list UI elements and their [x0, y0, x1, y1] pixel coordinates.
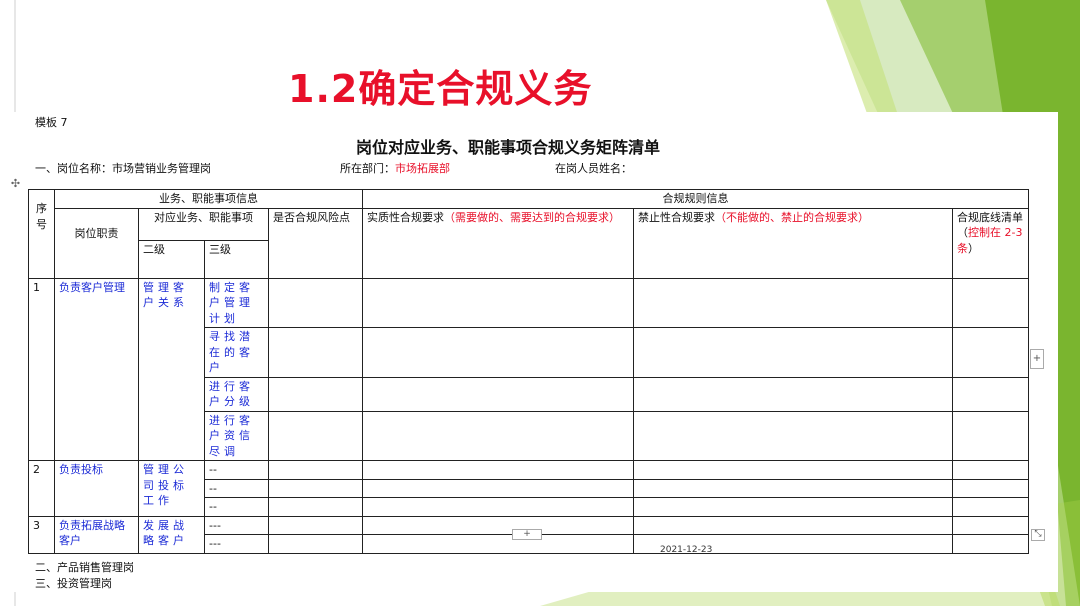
duty-cell: 负责拓展战略客户	[54, 515, 139, 554]
baseline-cell[interactable]	[952, 460, 1029, 480]
level3-cell: ---	[204, 515, 269, 535]
business-items-header: 对应业务、职能事项	[138, 207, 269, 241]
prohibitive-header: 禁止性合规要求（不能做的、禁止的合规要求）	[633, 207, 953, 279]
prohibitive-cell[interactable]	[633, 277, 953, 328]
risk-cell[interactable]	[268, 497, 363, 517]
post-name: 一、岗位名称：市场营销业务管理岗	[35, 162, 211, 175]
level3-cell: 制定客户管理计划	[204, 277, 269, 328]
table-row: 2 负责投标 管理公司投标工作 --	[28, 460, 1029, 517]
baseline-cell[interactable]	[952, 327, 1029, 378]
baseline-cell[interactable]	[952, 410, 1029, 461]
risk-cell[interactable]	[268, 478, 363, 498]
document-date: 2021-12-23	[660, 545, 713, 555]
compliance-matrix-table: 序号 业务、职能事项信息 合规规则信息 岗位职责 对应业务、职能事项 是否合规风…	[28, 189, 1029, 554]
baseline-cell[interactable]	[952, 515, 1029, 535]
substantive-cell[interactable]	[362, 478, 634, 498]
substantive-cell[interactable]	[362, 376, 634, 412]
risk-cell[interactable]	[268, 515, 363, 535]
level3-cell: --	[204, 497, 269, 517]
baseline-cell[interactable]	[952, 376, 1029, 412]
staff-name: 在岗人员姓名：	[555, 162, 632, 175]
level3-cell: 寻找潜在的客户	[204, 327, 269, 378]
risk-point-header: 是否合规风险点	[268, 207, 363, 279]
section-heading: 二、产品销售管理岗	[35, 561, 134, 574]
duty-cell: 负责投标	[54, 460, 139, 517]
risk-cell[interactable]	[268, 460, 363, 480]
template-label: 模板 7	[35, 116, 68, 129]
baseline-header: 合规底线清单（控制在 2-3条）	[952, 207, 1029, 279]
prohibitive-cell[interactable]	[633, 376, 953, 412]
substantive-cell[interactable]	[362, 277, 634, 328]
substantive-cell[interactable]	[362, 497, 634, 517]
baseline-cell[interactable]	[952, 277, 1029, 328]
substantive-cell[interactable]	[362, 515, 634, 535]
substantive-cell[interactable]	[362, 460, 634, 480]
baseline-cell[interactable]	[952, 478, 1029, 498]
risk-cell[interactable]	[268, 534, 363, 554]
section-heading: 三、投资管理岗	[35, 577, 112, 590]
header-row-2: 岗位职责 对应业务、职能事项 是否合规风险点 实质性合规要求（需要做的、需要达到…	[29, 207, 1029, 279]
prohibitive-cell[interactable]	[633, 410, 953, 461]
duty-cell: 负责客户管理	[54, 277, 139, 461]
substantive-cell[interactable]	[362, 534, 634, 554]
duty-header: 岗位职责	[54, 207, 139, 279]
substantive-cell[interactable]	[362, 410, 634, 461]
prohibitive-cell[interactable]	[633, 497, 953, 517]
risk-cell[interactable]	[268, 327, 363, 378]
department: 所在部门：市场拓展部	[340, 160, 450, 176]
table-move-handle[interactable]: ✣	[10, 178, 21, 189]
level3-cell: ---	[204, 534, 269, 554]
level2-cell: 管理客户关系	[138, 277, 205, 461]
add-column-button[interactable]: +	[1030, 349, 1044, 369]
level3-header: 三级	[204, 239, 269, 279]
group-business-header: 业务、职能事项信息	[54, 189, 363, 209]
level2-cell: 管理公司投标工作	[138, 460, 205, 517]
seq-cell: 3	[28, 515, 55, 554]
add-row-button[interactable]: +	[512, 529, 542, 540]
baseline-cell[interactable]	[952, 534, 1029, 554]
table-resize-handle[interactable]: ⤡	[1031, 529, 1045, 541]
risk-cell[interactable]	[268, 410, 363, 461]
baseline-cell[interactable]	[952, 497, 1029, 517]
level3-cell: 进行客户分级	[204, 376, 269, 412]
risk-cell[interactable]	[268, 277, 363, 328]
level3-cell: --	[204, 460, 269, 480]
seq-cell: 1	[28, 277, 55, 461]
substantive-header: 实质性合规要求（需要做的、需要达到的合规要求）	[362, 207, 634, 279]
prohibitive-cell[interactable]	[633, 515, 953, 535]
document-title: 岗位对应业务、职能事项合规义务矩阵清单	[356, 138, 661, 157]
level2-header: 二级	[138, 239, 205, 279]
slide-title: 1.2确定合规义务	[288, 67, 593, 111]
group-compliance-header: 合规规则信息	[362, 189, 1029, 209]
department-value: 市场拓展部	[395, 162, 450, 175]
level3-cell: 进行客户资信尽调	[204, 410, 269, 461]
department-label: 所在部门：	[340, 162, 395, 175]
header-row-1: 序号 业务、职能事项信息 合规规则信息	[28, 189, 1029, 279]
seq-header: 序号	[28, 189, 55, 279]
seq-cell: 2	[28, 460, 55, 517]
risk-cell[interactable]	[268, 376, 363, 412]
prohibitive-cell[interactable]	[633, 327, 953, 378]
substantive-cell[interactable]	[362, 327, 634, 378]
prohibitive-cell[interactable]	[633, 460, 953, 480]
table-row: 1 负责客户管理 管理客户关系 制定客户管理计划	[28, 277, 1029, 461]
level2-cell: 发展战略客户	[138, 515, 205, 554]
prohibitive-cell[interactable]	[633, 478, 953, 498]
level3-cell: --	[204, 478, 269, 498]
